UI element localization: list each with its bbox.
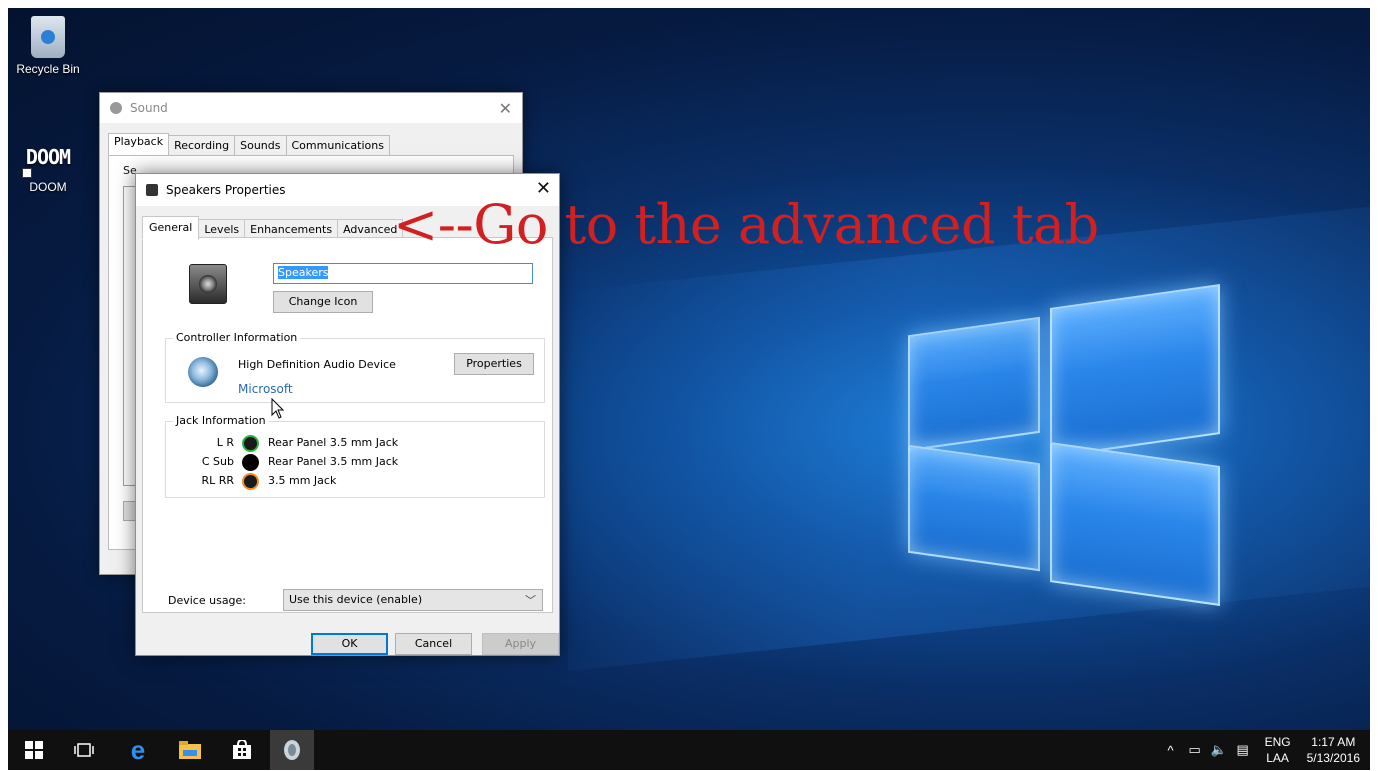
taskbar: e ^ ▭ 🔈 ▤ ENG LAA 1:17 AM 5/13/2016: [8, 730, 1370, 770]
clock-date: 5/13/2016: [1306, 751, 1360, 765]
device-name-value: Speakers: [278, 266, 329, 279]
audio-device-icon: [188, 357, 218, 387]
start-icon[interactable]: [22, 738, 46, 762]
doom-icon: DOOM: [25, 145, 71, 169]
sound-icon: [110, 102, 122, 114]
network-icon[interactable]: ▭: [1185, 742, 1205, 758]
clock-time: 1:17 AM: [1311, 735, 1356, 749]
close-icon[interactable]: ✕: [499, 99, 512, 118]
speaker-small-icon: [146, 184, 158, 196]
jack-description: Rear Panel 3.5 mm Jack: [268, 436, 399, 449]
jack-channel: RL RR: [201, 474, 234, 487]
desktop-icon-label: DOOM: [29, 180, 67, 194]
change-icon-button[interactable]: Change Icon: [273, 291, 373, 313]
recycle-bin-icon: [31, 16, 65, 58]
cancel-button[interactable]: Cancel: [395, 633, 472, 655]
jack-description: Rear Panel 3.5 mm Jack: [268, 455, 399, 468]
apply-button[interactable]: Apply: [482, 633, 559, 655]
language-code: ENG: [1264, 735, 1291, 749]
tab-general[interactable]: General: [142, 216, 200, 240]
file-explorer-icon[interactable]: [178, 738, 202, 762]
keyboard-layout: LAA: [1266, 751, 1289, 765]
general-tab-body: Speakers Change Icon Controller Informat…: [142, 237, 553, 613]
task-view-icon[interactable]: [72, 738, 96, 762]
jack-channel: C Sub: [201, 455, 234, 468]
edge-icon[interactable]: e: [126, 735, 150, 765]
windows-logo-pane: [908, 444, 1040, 572]
ok-button[interactable]: OK: [311, 633, 388, 655]
chevron-down-icon: ﹀: [525, 594, 536, 607]
jack-channel: L R: [216, 436, 234, 449]
device-usage-select[interactable]: Use this device (enable) ﹀: [283, 589, 543, 611]
desktop-icon-label: Recycle Bin: [16, 62, 80, 76]
jack-row: L R Rear Panel 3.5 mm Jack: [166, 435, 466, 453]
desktop-icon-recycle-bin[interactable]: Recycle Bin: [8, 16, 88, 76]
tab-recording[interactable]: Recording: [168, 135, 236, 156]
controller-name: High Definition Audio Device: [238, 358, 396, 371]
sound-titlebar[interactable]: Sound: [100, 93, 522, 123]
controller-information-group: Controller Information High Definition A…: [165, 331, 545, 403]
chevron-up-icon[interactable]: ^: [1161, 743, 1181, 758]
properties-button[interactable]: Properties: [454, 353, 534, 375]
jack-row: RL RR 3.5 mm Jack: [166, 473, 466, 491]
tab-playback[interactable]: Playback: [108, 133, 170, 156]
tab-sounds[interactable]: Sounds: [234, 135, 287, 156]
sound-tabs: Playback Recording Sounds Communications: [108, 133, 390, 156]
desktop: Recycle Bin DOOM DOOM Sound ✕ Playback R…: [8, 8, 1370, 770]
device-usage-value: Use this device (enable): [289, 593, 423, 606]
annotation-text: <--Go to the advanced tab: [393, 193, 1099, 256]
tab-communications[interactable]: Communications: [285, 135, 390, 156]
controller-vendor: Microsoft: [238, 382, 293, 396]
volume-icon[interactable]: 🔈: [1209, 742, 1229, 758]
windows-logo-pane: [1050, 284, 1220, 458]
system-tray: ^ ▭ 🔈 ▤ ENG LAA 1:17 AM 5/13/2016: [1157, 730, 1360, 770]
speaker-icon: [189, 264, 227, 304]
device-name-input[interactable]: Speakers: [273, 263, 533, 284]
jack-color-icon: [244, 456, 257, 469]
jack-description: 3.5 mm Jack: [268, 474, 337, 487]
group-title: Controller Information: [173, 331, 301, 344]
sound-window-title: Sound: [130, 101, 168, 115]
device-usage-label: Device usage:: [168, 594, 247, 607]
windows-logo-pane: [908, 316, 1040, 452]
sound-app-icon[interactable]: [280, 738, 304, 762]
jack-color-icon: [244, 475, 257, 488]
group-title: Jack Information: [173, 414, 269, 427]
store-icon[interactable]: [230, 738, 254, 762]
shortcut-arrow-icon: [22, 168, 32, 178]
windows-logo-pane: [1050, 442, 1220, 606]
jack-information-group: Jack Information L R Rear Panel 3.5 mm J…: [165, 414, 545, 498]
clock[interactable]: 1:17 AM 5/13/2016: [1307, 734, 1360, 766]
jack-row: C Sub Rear Panel 3.5 mm Jack: [166, 454, 466, 472]
language-indicator[interactable]: ENG LAA: [1265, 734, 1291, 766]
dialog-title: Speakers Properties: [166, 183, 286, 197]
action-center-icon[interactable]: ▤: [1233, 742, 1253, 758]
jack-color-icon: [244, 437, 257, 450]
desktop-icon-doom[interactable]: DOOM DOOM: [8, 146, 88, 194]
